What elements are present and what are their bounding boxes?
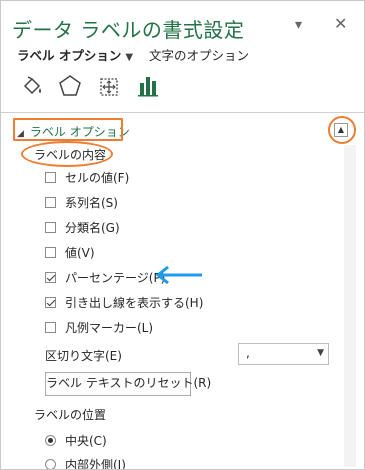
option-label: 分類名(G) — [65, 221, 120, 235]
option-legend-key[interactable]: 凡例マーカー(L) — [45, 319, 153, 336]
separator-value: , — [246, 346, 250, 360]
checkbox[interactable] — [45, 222, 56, 233]
pane-title: データ ラベルの書式設定 — [12, 18, 245, 42]
reset-label-text-button[interactable]: ラベル テキストのリセット(R) — [45, 372, 211, 396]
option-label: セルの値(F) — [65, 171, 130, 185]
option-leader-lines[interactable]: 引き出し線を表示する(H) — [45, 294, 203, 311]
checkbox[interactable] — [45, 247, 56, 258]
option-label: 系列名(S) — [65, 196, 118, 210]
orange-highlight-rectangle — [13, 118, 123, 141]
effects-pentagon-icon[interactable] — [57, 73, 83, 99]
option-series-name[interactable]: 系列名(S) — [45, 194, 118, 211]
tab-text-options[interactable]: 文字のオプション — [149, 48, 249, 63]
pin-dropdown-icon[interactable]: ▾ — [295, 17, 302, 33]
radio-label: 中央(C) — [65, 434, 107, 448]
close-icon[interactable]: ✕ — [334, 14, 347, 33]
chevron-down-icon[interactable]: ▼ — [317, 344, 324, 363]
blue-arrow-left-icon — [155, 265, 202, 285]
option-label: 凡例マーカー(L) — [65, 321, 154, 335]
checkbox[interactable] — [45, 322, 56, 333]
radio-inside-end[interactable]: 内部外側(I) — [45, 456, 126, 470]
option-value[interactable]: 値(V) — [45, 244, 95, 261]
format-data-labels-pane: データ ラベルの書式設定 ▾ ✕ ラベル オプション ▼ 文字のオプション ◢ ラベ… — [0, 0, 365, 470]
scrollbar-track[interactable] — [344, 145, 356, 467]
checkbox[interactable] — [45, 197, 56, 208]
option-label: 引き出し線を表示する(H) — [65, 296, 204, 310]
radio-button-selected[interactable] — [45, 435, 56, 446]
divider — [1, 112, 364, 113]
option-label: パーセンテージ(P) — [65, 271, 166, 285]
option-cell-value[interactable]: セルの値(F) — [45, 169, 129, 186]
size-properties-icon[interactable] — [96, 73, 122, 99]
orange-highlight-circle — [328, 116, 356, 144]
label-position-heading: ラベルの位置 — [34, 408, 107, 422]
option-category-name[interactable]: 分類名(G) — [45, 219, 120, 236]
checkbox[interactable] — [45, 172, 56, 183]
chevron-down-icon[interactable]: ▼ — [125, 52, 133, 63]
orange-highlight-oval — [21, 141, 113, 167]
fill-line-icon[interactable] — [19, 73, 45, 99]
option-percentage[interactable]: パーセンテージ(P) — [45, 269, 165, 286]
radio-button[interactable] — [45, 459, 56, 469]
checkbox-checked[interactable] — [45, 272, 56, 283]
separator-label: 区切り文字(E) — [45, 349, 122, 363]
tab-label-options[interactable]: ラベル オプション — [17, 48, 121, 63]
separator-dropdown[interactable]: , ▼ — [238, 343, 329, 365]
radio-center[interactable]: 中央(C) — [45, 432, 107, 449]
checkbox-checked[interactable] — [45, 297, 56, 308]
radio-label: 内部外側(I) — [65, 458, 126, 470]
label-options-chart-icon[interactable] — [136, 73, 162, 99]
option-label: 値(V) — [65, 246, 95, 260]
tab-bar: ラベル オプション ▼ 文字のオプション — [17, 45, 249, 64]
